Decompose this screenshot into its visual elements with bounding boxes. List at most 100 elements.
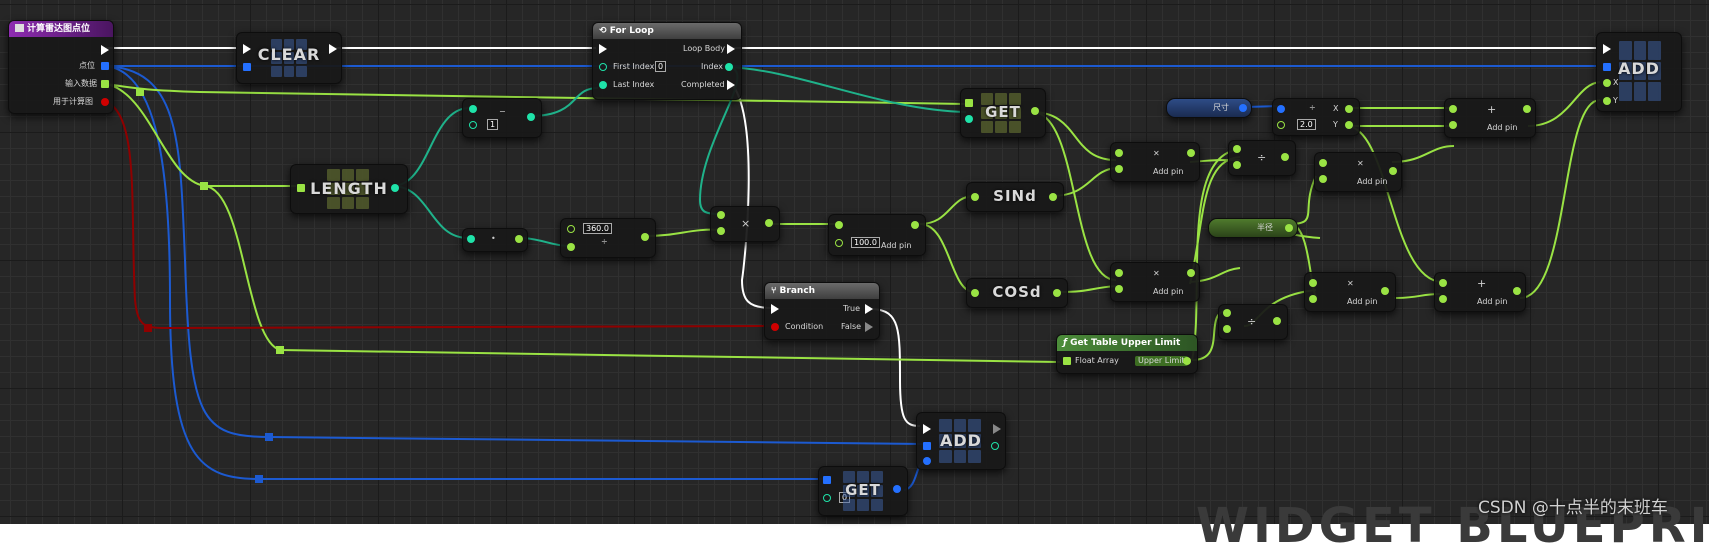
bool-out-pin[interactable] (101, 98, 109, 106)
add-pin-button[interactable]: Add pin (1477, 297, 1507, 307)
float-out-pin[interactable] (1513, 287, 1521, 295)
last-index-pin[interactable] (599, 81, 607, 89)
add-bottom-node[interactable]: + Add pin (1434, 272, 1526, 312)
multiply-value-input[interactable]: 100.0 (851, 237, 880, 248)
add-pin-button[interactable]: Add pin (1357, 177, 1387, 187)
int-out-pin[interactable] (527, 113, 535, 121)
divide-vector-node[interactable]: 2.0 ÷ X Y (1272, 98, 1360, 136)
x-in-pin[interactable] (1603, 79, 1611, 87)
true-exec-pin[interactable] (865, 304, 873, 314)
int-in-pin[interactable] (469, 105, 477, 113)
condition-pin[interactable] (771, 323, 779, 331)
float-in-pin[interactable] (1223, 325, 1231, 333)
int-in-pin[interactable] (469, 121, 477, 129)
float-in-pin[interactable] (835, 239, 843, 247)
divisor-input[interactable]: 2.0 (1297, 119, 1316, 130)
float-array-in-pin[interactable] (1063, 357, 1071, 365)
add-pin-button[interactable]: Add pin (1153, 167, 1183, 177)
vector-in-pin[interactable] (1277, 105, 1285, 113)
float-out-pin[interactable] (765, 219, 773, 227)
float-out-pin[interactable] (515, 235, 523, 243)
float-out-pin[interactable] (641, 233, 649, 241)
cosd-node[interactable]: COSd (966, 278, 1068, 308)
index-out-pin[interactable] (725, 63, 733, 71)
float-in-pin[interactable] (1309, 279, 1317, 287)
get-table-upper-limit-node[interactable]: ƒ Get Table Upper Limit Float Array Uppe… (1056, 334, 1198, 374)
float-in-pin[interactable] (1319, 175, 1327, 183)
y-out-pin[interactable] (1345, 121, 1353, 129)
multiply-100-node[interactable]: 100.0 Add pin (828, 214, 926, 256)
float-out-pin[interactable] (1273, 317, 1281, 325)
float-in-pin[interactable] (1223, 309, 1231, 317)
for-loop-node[interactable]: ⟲ For Loop First Index 0 Last Index Loop… (592, 22, 742, 100)
float-out-pin[interactable] (1031, 107, 1039, 115)
float-out-pin[interactable] (1183, 357, 1191, 365)
subtract-value-input[interactable]: 1 (487, 119, 499, 130)
clear-array-node[interactable]: CLEAR (236, 32, 342, 84)
float-out-pin[interactable] (911, 221, 919, 229)
custom-event-node[interactable]: 计算雷达图点位 点位 输入数据 用于计算图 (8, 20, 114, 114)
float-out-pin[interactable] (1053, 289, 1061, 297)
add-top-node[interactable]: + Add pin (1444, 98, 1536, 138)
add-array-node[interactable]: ADD X Y (1596, 32, 1682, 112)
multiply-radius-top-node[interactable]: ✕ Add pin (1314, 152, 1402, 192)
conversion-node[interactable]: • (462, 228, 528, 252)
exec-in-pin[interactable] (599, 44, 607, 54)
add-pin-button[interactable]: Add pin (1153, 287, 1183, 297)
float-in-pin[interactable] (1115, 165, 1123, 173)
float-in-pin[interactable] (717, 211, 725, 219)
float-in-pin[interactable] (1319, 159, 1327, 167)
float-out-pin[interactable] (1381, 287, 1389, 295)
first-index-pin[interactable] (599, 63, 607, 71)
struct-array-out-pin[interactable] (101, 62, 109, 70)
get-array-item-node[interactable]: GET (960, 88, 1046, 138)
sind-node[interactable]: SINd (966, 182, 1064, 212)
false-exec-pin[interactable] (865, 322, 873, 332)
int-in-pin[interactable] (467, 235, 475, 243)
float-array-out-pin[interactable] (101, 80, 109, 88)
float-out-pin[interactable] (1389, 167, 1397, 175)
float-in-pin[interactable] (1439, 295, 1447, 303)
subtract-node[interactable]: 1 − (462, 98, 542, 138)
length-node[interactable]: LENGTH (290, 164, 408, 214)
float-in-pin[interactable] (1233, 161, 1241, 169)
exec-out-pin[interactable] (1669, 44, 1677, 54)
float-out-pin[interactable] (1281, 153, 1289, 161)
divide-value-input[interactable]: 360.0 (583, 223, 612, 234)
struct-out-pin[interactable] (893, 485, 901, 493)
float-in-pin[interactable] (717, 227, 725, 235)
add-pin-button[interactable]: Add pin (1347, 297, 1377, 307)
branch-node[interactable]: ⑂ Branch Condition True False (764, 282, 880, 340)
y-in-pin[interactable] (1603, 97, 1611, 105)
int-out-pin[interactable] (391, 184, 399, 192)
divide-bottom-node[interactable]: ÷ (1218, 304, 1288, 340)
multiply-sin-node[interactable]: ✕ Add pin (1110, 142, 1200, 182)
add-pin-button[interactable]: Add pin (1487, 123, 1517, 133)
vector-out-pin[interactable] (1239, 104, 1247, 112)
float-in-pin[interactable] (567, 225, 575, 233)
float-in-pin[interactable] (567, 243, 575, 251)
float-in-pin[interactable] (1309, 295, 1317, 303)
float-out-pin[interactable] (1049, 193, 1057, 201)
divide-360-node[interactable]: 360.0 ÷ (560, 218, 656, 258)
float-out-pin[interactable] (1187, 269, 1195, 277)
radius-variable-node[interactable]: 半径 (1208, 218, 1298, 238)
float-in-pin[interactable] (835, 221, 843, 229)
add-bottom-array-node[interactable]: ADD (916, 412, 1006, 470)
item-in-pin[interactable] (923, 457, 931, 465)
float-in-pin[interactable] (1115, 269, 1123, 277)
float-in-pin[interactable] (1449, 121, 1457, 129)
exec-in-pin[interactable] (1603, 44, 1611, 54)
divide-top-node[interactable]: ÷ (1228, 140, 1296, 176)
multiply-angle-node[interactable]: × (710, 206, 780, 242)
exec-out-pin[interactable] (101, 45, 109, 55)
float-out-pin[interactable] (1523, 105, 1531, 113)
size-variable-node[interactable]: 尺寸 (1166, 98, 1252, 118)
first-index-input[interactable]: 0 (655, 61, 667, 72)
float-in-pin[interactable] (1439, 279, 1447, 287)
exec-in-pin[interactable] (771, 304, 779, 314)
float-in-pin[interactable] (1115, 149, 1123, 157)
multiply-radius-bottom-node[interactable]: ✕ Add pin (1304, 272, 1396, 312)
float-out-pin[interactable] (1285, 224, 1293, 232)
multiply-cos-node[interactable]: ✕ Add pin (1110, 262, 1200, 302)
